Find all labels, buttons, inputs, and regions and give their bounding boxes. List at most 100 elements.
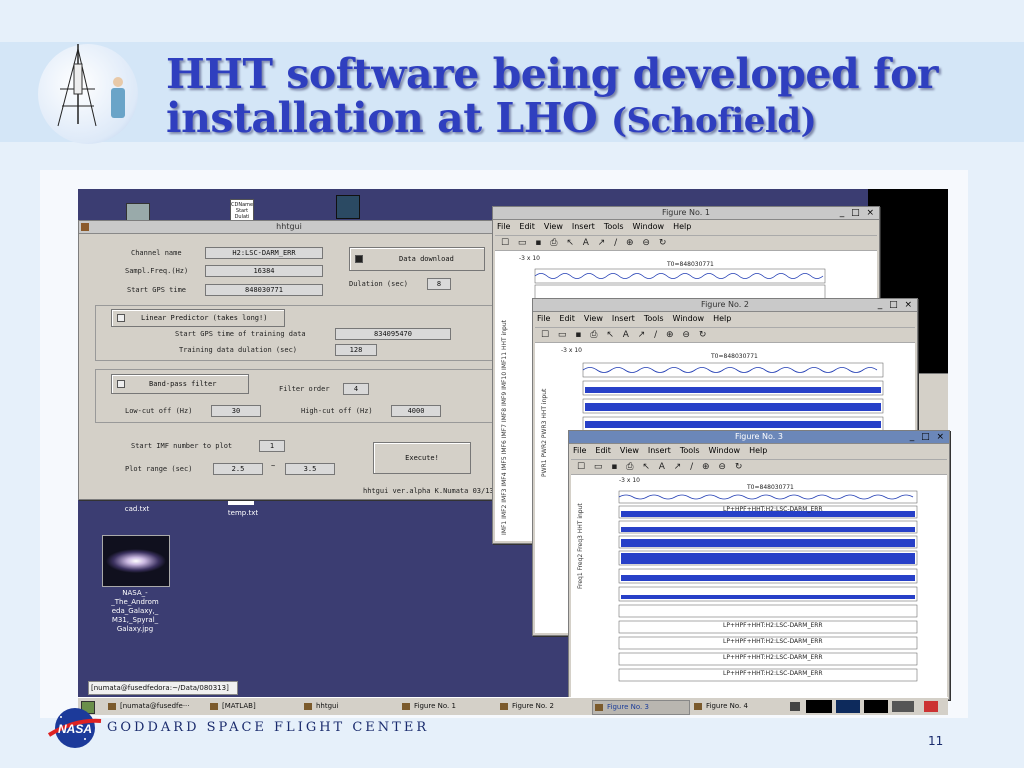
- figure2-window-buttons[interactable]: _ □ ×: [878, 299, 914, 311]
- volume-icon[interactable]: [790, 702, 800, 711]
- figure1-toolbar[interactable]: ☐ ▭ ▪ ⎙ ↖ A ↗ ∕ ⊕ ⊖ ↻: [495, 235, 877, 251]
- channel-name-field[interactable]: H2:LSC-DARM_ERR: [205, 247, 323, 259]
- lowcut-label: Low-cut off (Hz): [125, 407, 193, 415]
- figure3-toolbar[interactable]: ☐ ▭ ▪ ⎙ ↖ A ↗ ∕ ⊕ ⊖ ↻: [571, 459, 947, 475]
- hhtgui-window: hhtgui Channel name H2:LSC-DARM_ERR Samp…: [78, 220, 500, 500]
- figure3-menubar: File Edit View Insert Tools Window Help: [573, 444, 776, 458]
- hhtgui-title: hhtgui: [276, 222, 302, 231]
- figure2-menu-file[interactable]: File: [537, 314, 550, 323]
- tray-monitor-3-icon[interactable]: [864, 700, 888, 713]
- figure1-menu-edit[interactable]: Edit: [519, 222, 535, 231]
- tray-monitor-2-icon[interactable]: [836, 700, 860, 713]
- linear-predictor-checkbox[interactable]: [117, 314, 125, 322]
- taskbar-item-figure3[interactable]: Figure No. 3: [592, 700, 690, 715]
- galaxy-label-line1: NASA_-: [122, 589, 148, 597]
- figure1-menu-file[interactable]: File: [497, 222, 510, 231]
- slide-title-author: (Schofield): [610, 101, 817, 141]
- galaxy-label-line4: M31,_Spyral_: [111, 616, 159, 624]
- taskbar-figure3-label: Figure No. 3: [607, 703, 649, 711]
- figure2-menu-help[interactable]: Help: [713, 314, 731, 323]
- start-gps-field[interactable]: 848030771: [205, 284, 323, 296]
- plot-range-from-field[interactable]: 2.5: [213, 463, 263, 475]
- trash-icon[interactable]: [336, 195, 360, 219]
- figure2-titlebar[interactable]: Figure No. 2 _ □ ×: [533, 299, 917, 312]
- figure1-menu-insert[interactable]: Insert: [572, 222, 595, 231]
- sampl-freq-field[interactable]: 16384: [205, 265, 323, 277]
- taskbar-figure1-label: Figure No. 1: [414, 702, 456, 710]
- data-download-checkbox[interactable]: [355, 255, 363, 263]
- linear-predictor-toggle[interactable]: Linear Predictor (takes long!): [111, 309, 285, 327]
- figure3-menu-insert[interactable]: Insert: [648, 446, 671, 455]
- figure3-panel-label-5: LP+HPF+HHT:H2:LSC-DARM_ERR: [723, 670, 823, 677]
- figure2-menu-window[interactable]: Window: [673, 314, 705, 323]
- footer-center-text: GODDARD SPACE FLIGHT CENTER: [107, 720, 430, 735]
- terminal-title[interactable]: [numata@fusedfedora:~/Data/080313]: [88, 681, 238, 695]
- highcut-field[interactable]: 4000: [391, 405, 441, 417]
- taskbar: [numata@fusedfe··· [MATLAB] hhtgui Figur…: [78, 697, 948, 715]
- rocket-logo-icon: [38, 24, 138, 144]
- figure3-window: Figure No. 3 _ □ × File Edit View Insert Tool…: [568, 430, 950, 700]
- taskbar-item-matlab[interactable]: [MATLAB]: [208, 700, 304, 713]
- figure2-menu-tools[interactable]: Tools: [644, 314, 664, 323]
- channel-name-label: Channel name: [131, 249, 182, 257]
- figure2-menu-insert[interactable]: Insert: [612, 314, 635, 323]
- taskbar-item-hhtgui[interactable]: hhtgui: [302, 700, 402, 713]
- training-dulation-field[interactable]: 128: [335, 344, 377, 356]
- figure1-menu-help[interactable]: Help: [673, 222, 691, 231]
- start-imf-label: Start IMF number to plot: [131, 442, 233, 450]
- svg-text:NASA: NASA: [58, 722, 92, 736]
- taskbar-item-figure4[interactable]: Figure No. 4: [692, 700, 792, 713]
- figure3-menu-tools[interactable]: Tools: [680, 446, 700, 455]
- training-dulation-label: Training data dulation (sec): [179, 346, 298, 354]
- tray-network-icon[interactable]: [892, 701, 914, 712]
- figure3-menu-view[interactable]: View: [620, 446, 639, 455]
- execute-label: Execute!: [405, 454, 439, 462]
- figure2-menu-view[interactable]: View: [584, 314, 603, 323]
- figure3-plot-area[interactable]: -3 x 10 T0=848030771 Freq1 Freq2 Freq3 H…: [571, 475, 947, 697]
- tray-monitor-1-icon[interactable]: [806, 700, 832, 713]
- taskbar-item-figure1[interactable]: Figure No. 1: [400, 700, 500, 713]
- execute-button[interactable]: Execute!: [373, 442, 471, 474]
- figure2-menu-edit[interactable]: Edit: [559, 314, 575, 323]
- hhtgui-titlebar[interactable]: hhtgui: [79, 221, 499, 234]
- desktop-label-cad[interactable]: cad.txt: [112, 505, 162, 514]
- figure3-menu-help[interactable]: Help: [749, 446, 767, 455]
- background-window-edge: [916, 373, 948, 435]
- plot-range-to-field[interactable]: 3.5: [285, 463, 335, 475]
- bandpass-toggle[interactable]: Band-pass filter: [111, 374, 249, 394]
- figure1-menu-window[interactable]: Window: [633, 222, 665, 231]
- figure3-window-buttons[interactable]: _ □ ×: [910, 431, 946, 443]
- figure3-menu-file[interactable]: File: [573, 446, 586, 455]
- bandpass-checkbox[interactable]: [117, 380, 125, 388]
- data-download-toggle[interactable]: Data download: [349, 247, 485, 271]
- taskbar-terminal-label: [numata@fusedfe···: [120, 702, 190, 710]
- taskbar-item-terminal[interactable]: [numata@fusedfe···: [106, 700, 220, 713]
- figure2-toolbar[interactable]: ☐ ▭ ▪ ⎙ ↖ A ↗ ∕ ⊕ ⊖ ↻: [535, 327, 915, 343]
- galaxy-image-icon[interactable]: [102, 535, 170, 587]
- figure3-panel-label-1: LP+HPF+HHT:H2:LSC-DARM_ERR: [723, 506, 823, 513]
- training-start-field[interactable]: 834095470: [335, 328, 451, 340]
- version-text: hhtgui ver.alpha K.Numata 03/13/: [363, 487, 498, 495]
- figure3-menu-edit[interactable]: Edit: [595, 446, 611, 455]
- dulation-field[interactable]: 8: [427, 278, 451, 290]
- desktop-label-galaxy[interactable]: NASA_- _The_Androm eda_Galaxy,_ M31,_Spy…: [100, 589, 170, 634]
- figure1-menu-tools[interactable]: Tools: [604, 222, 624, 231]
- figure3-panel-label-4: LP+HPF+HHT:H2:LSC-DARM_ERR: [723, 654, 823, 661]
- lowcut-field[interactable]: 30: [211, 405, 261, 417]
- training-start-label: Start GPS time of training data: [175, 330, 306, 338]
- desktop-label-temp[interactable]: temp.txt: [218, 509, 268, 518]
- taskbar-figure4-label: Figure No. 4: [706, 702, 748, 710]
- figure3-menu-window[interactable]: Window: [709, 446, 741, 455]
- figure1-menu-view[interactable]: View: [544, 222, 563, 231]
- hhtgui-window-icon[interactable]: [81, 223, 89, 231]
- filter-order-field[interactable]: 4: [343, 383, 369, 395]
- tray-power-icon[interactable]: [924, 701, 938, 712]
- plot-range-separator: ~: [271, 462, 276, 470]
- figure1-titlebar[interactable]: Figure No. 1 _ □ ×: [493, 207, 879, 220]
- page-number: 11: [928, 734, 944, 748]
- taskbar-item-figure2[interactable]: Figure No. 2: [498, 700, 598, 713]
- figure3-panel-label-2: LP+HPF+HHT:H2:LSC-DARM_ERR: [723, 622, 823, 629]
- figure1-window-buttons[interactable]: _ □ ×: [840, 207, 876, 219]
- figure3-titlebar[interactable]: Figure No. 3 _ □ ×: [569, 431, 949, 444]
- start-imf-field[interactable]: 1: [259, 440, 285, 452]
